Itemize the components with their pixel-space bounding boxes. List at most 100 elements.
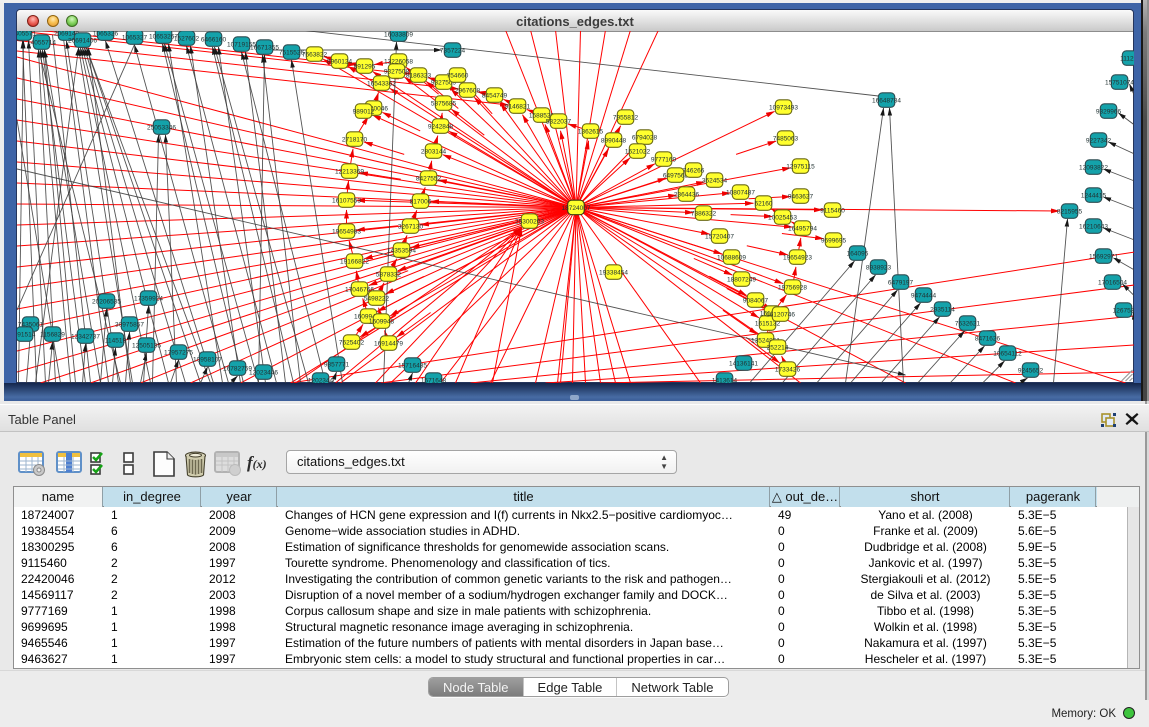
svg-text:3624534: 3624534 [701,177,727,184]
svg-text:9084067: 9084067 [742,297,768,304]
svg-text:19654923: 19654923 [783,254,812,261]
svg-text:9463627: 9463627 [787,193,813,200]
svg-text:9474444: 9474444 [910,292,936,299]
svg-text:30975857: 30975857 [115,321,144,328]
svg-text:12093822: 12093822 [1079,164,1108,171]
svg-text:1202344: 1202344 [307,377,333,383]
svg-text:8471626: 8471626 [974,335,1000,342]
svg-text:20206535: 20206535 [92,298,121,305]
svg-text:3267130: 3267130 [397,223,423,230]
svg-text:2364436: 2364436 [673,191,699,198]
svg-text:16648784: 16648784 [872,97,901,104]
svg-text:9242848: 9242848 [427,123,453,130]
svg-text:15692971: 15692971 [1089,253,1118,260]
svg-text:25053346: 25053346 [147,124,176,131]
svg-text:5878332: 5878332 [375,271,401,278]
svg-text:16782759: 16782759 [223,365,252,372]
svg-text:10688609: 10688609 [717,254,746,261]
svg-text:14136141: 14136141 [729,360,758,367]
svg-text:17359924: 17359924 [134,295,163,302]
svg-text:16120746: 16120746 [766,311,795,318]
svg-text:989012: 989012 [352,108,374,115]
svg-text:1065327: 1065327 [121,34,147,41]
svg-text:7386322: 7386322 [690,210,716,217]
svg-text:5498222: 5498222 [363,295,389,302]
svg-text:10807487: 10807487 [726,189,755,196]
svg-text:10958107: 10958107 [193,356,222,363]
svg-text:25300203: 25300203 [515,218,544,225]
svg-text:9329966: 9329966 [1095,108,1121,115]
svg-text:8960124: 8960124 [326,58,352,65]
svg-text:746266: 746266 [682,167,704,174]
svg-text:19756928: 19756928 [778,284,807,291]
svg-text:16107553: 16107553 [332,197,361,204]
svg-text:6479197: 6479197 [887,279,913,286]
svg-text:1413614: 1413614 [711,377,737,383]
svg-text:1621022: 1621022 [624,148,650,155]
svg-text:1733426: 1733426 [774,366,800,373]
svg-text:391514: 391514 [17,331,36,338]
svg-text:9777169: 9777169 [650,156,676,163]
svg-text:16033809: 16033809 [384,31,413,38]
svg-text:7632621: 7632621 [954,320,980,327]
svg-text:1571648: 1571648 [420,377,446,383]
svg-text:15716485: 15716485 [398,362,427,369]
svg-text:8186323: 8186323 [405,72,431,79]
svg-text:1609948: 1609948 [368,318,394,325]
svg-text:8990448: 8990448 [600,137,626,144]
svg-text:7357224: 7357224 [439,47,465,54]
svg-text:19166822: 19166822 [340,258,369,265]
svg-text:9115460: 9115460 [820,207,845,214]
svg-text:10654112: 10654112 [993,350,1022,357]
svg-text:9245652: 9245652 [1017,367,1043,374]
svg-text:164095: 164095 [846,250,868,257]
svg-text:19338454: 19338454 [599,269,628,276]
svg-text:891295: 891295 [353,63,375,70]
svg-text:7485063: 7485063 [772,135,798,142]
svg-text:10025453: 10025453 [768,214,797,221]
svg-text:12975115: 12975115 [786,163,815,170]
svg-text:754660: 754660 [446,72,468,79]
svg-text:252214: 252214 [766,344,788,351]
svg-text:19654983: 19654983 [332,228,361,235]
svg-text:114519: 114519 [104,337,126,344]
svg-text:20691406: 20691406 [68,37,97,44]
svg-text:16671355: 16671355 [250,44,279,51]
svg-text:15751074: 15751074 [1105,79,1134,86]
svg-text:17016504: 17016504 [1098,279,1127,286]
svg-text:12023446: 12023446 [249,369,278,376]
svg-text:2935114: 2935114 [930,306,955,313]
svg-text:9857771: 9857771 [323,361,349,368]
svg-text:2803144: 2803144 [420,148,446,155]
svg-text:18724007: 18724007 [561,205,590,212]
svg-text:8427552: 8427552 [415,175,441,182]
svg-text:5875685: 5875685 [430,100,456,107]
svg-text:1065326: 1065326 [92,31,118,37]
svg-text:1527602: 1527602 [173,35,199,42]
svg-text:18807249: 18807249 [727,276,756,283]
svg-text:15720407: 15720407 [705,233,734,240]
svg-text:12213369: 12213369 [335,168,364,175]
svg-text:8215955: 8215955 [1056,208,1082,215]
svg-text:14353594: 14353594 [387,247,416,254]
svg-text:7955812: 7955812 [612,114,638,121]
svg-text:14055714: 14055714 [27,39,56,46]
svg-text:7625402: 7625402 [338,339,364,346]
svg-text:16210643: 16210643 [1079,223,1108,230]
svg-text:2967608: 2967608 [454,87,480,94]
svg-text:16914479: 16914479 [374,340,403,347]
svg-text:62160: 62160 [754,200,772,207]
svg-text:1244415: 1244415 [1080,192,1106,199]
svg-text:9146821: 9146821 [504,103,530,110]
svg-text:7663822: 7663822 [301,51,327,58]
svg-text:9227342: 9227342 [1085,137,1111,144]
svg-text:8454749: 8454749 [481,92,507,99]
svg-text:111213: 111213 [1120,55,1134,62]
svg-text:817006: 817006 [409,198,431,205]
svg-text:12342737: 12342737 [71,333,100,340]
svg-text:17957275: 17957275 [164,349,193,356]
svg-text:2718170: 2718170 [341,136,367,143]
svg-text:16543362: 16543362 [367,80,396,87]
svg-text:8938923: 8938923 [865,264,891,271]
svg-text:5322037: 5322037 [545,118,571,125]
